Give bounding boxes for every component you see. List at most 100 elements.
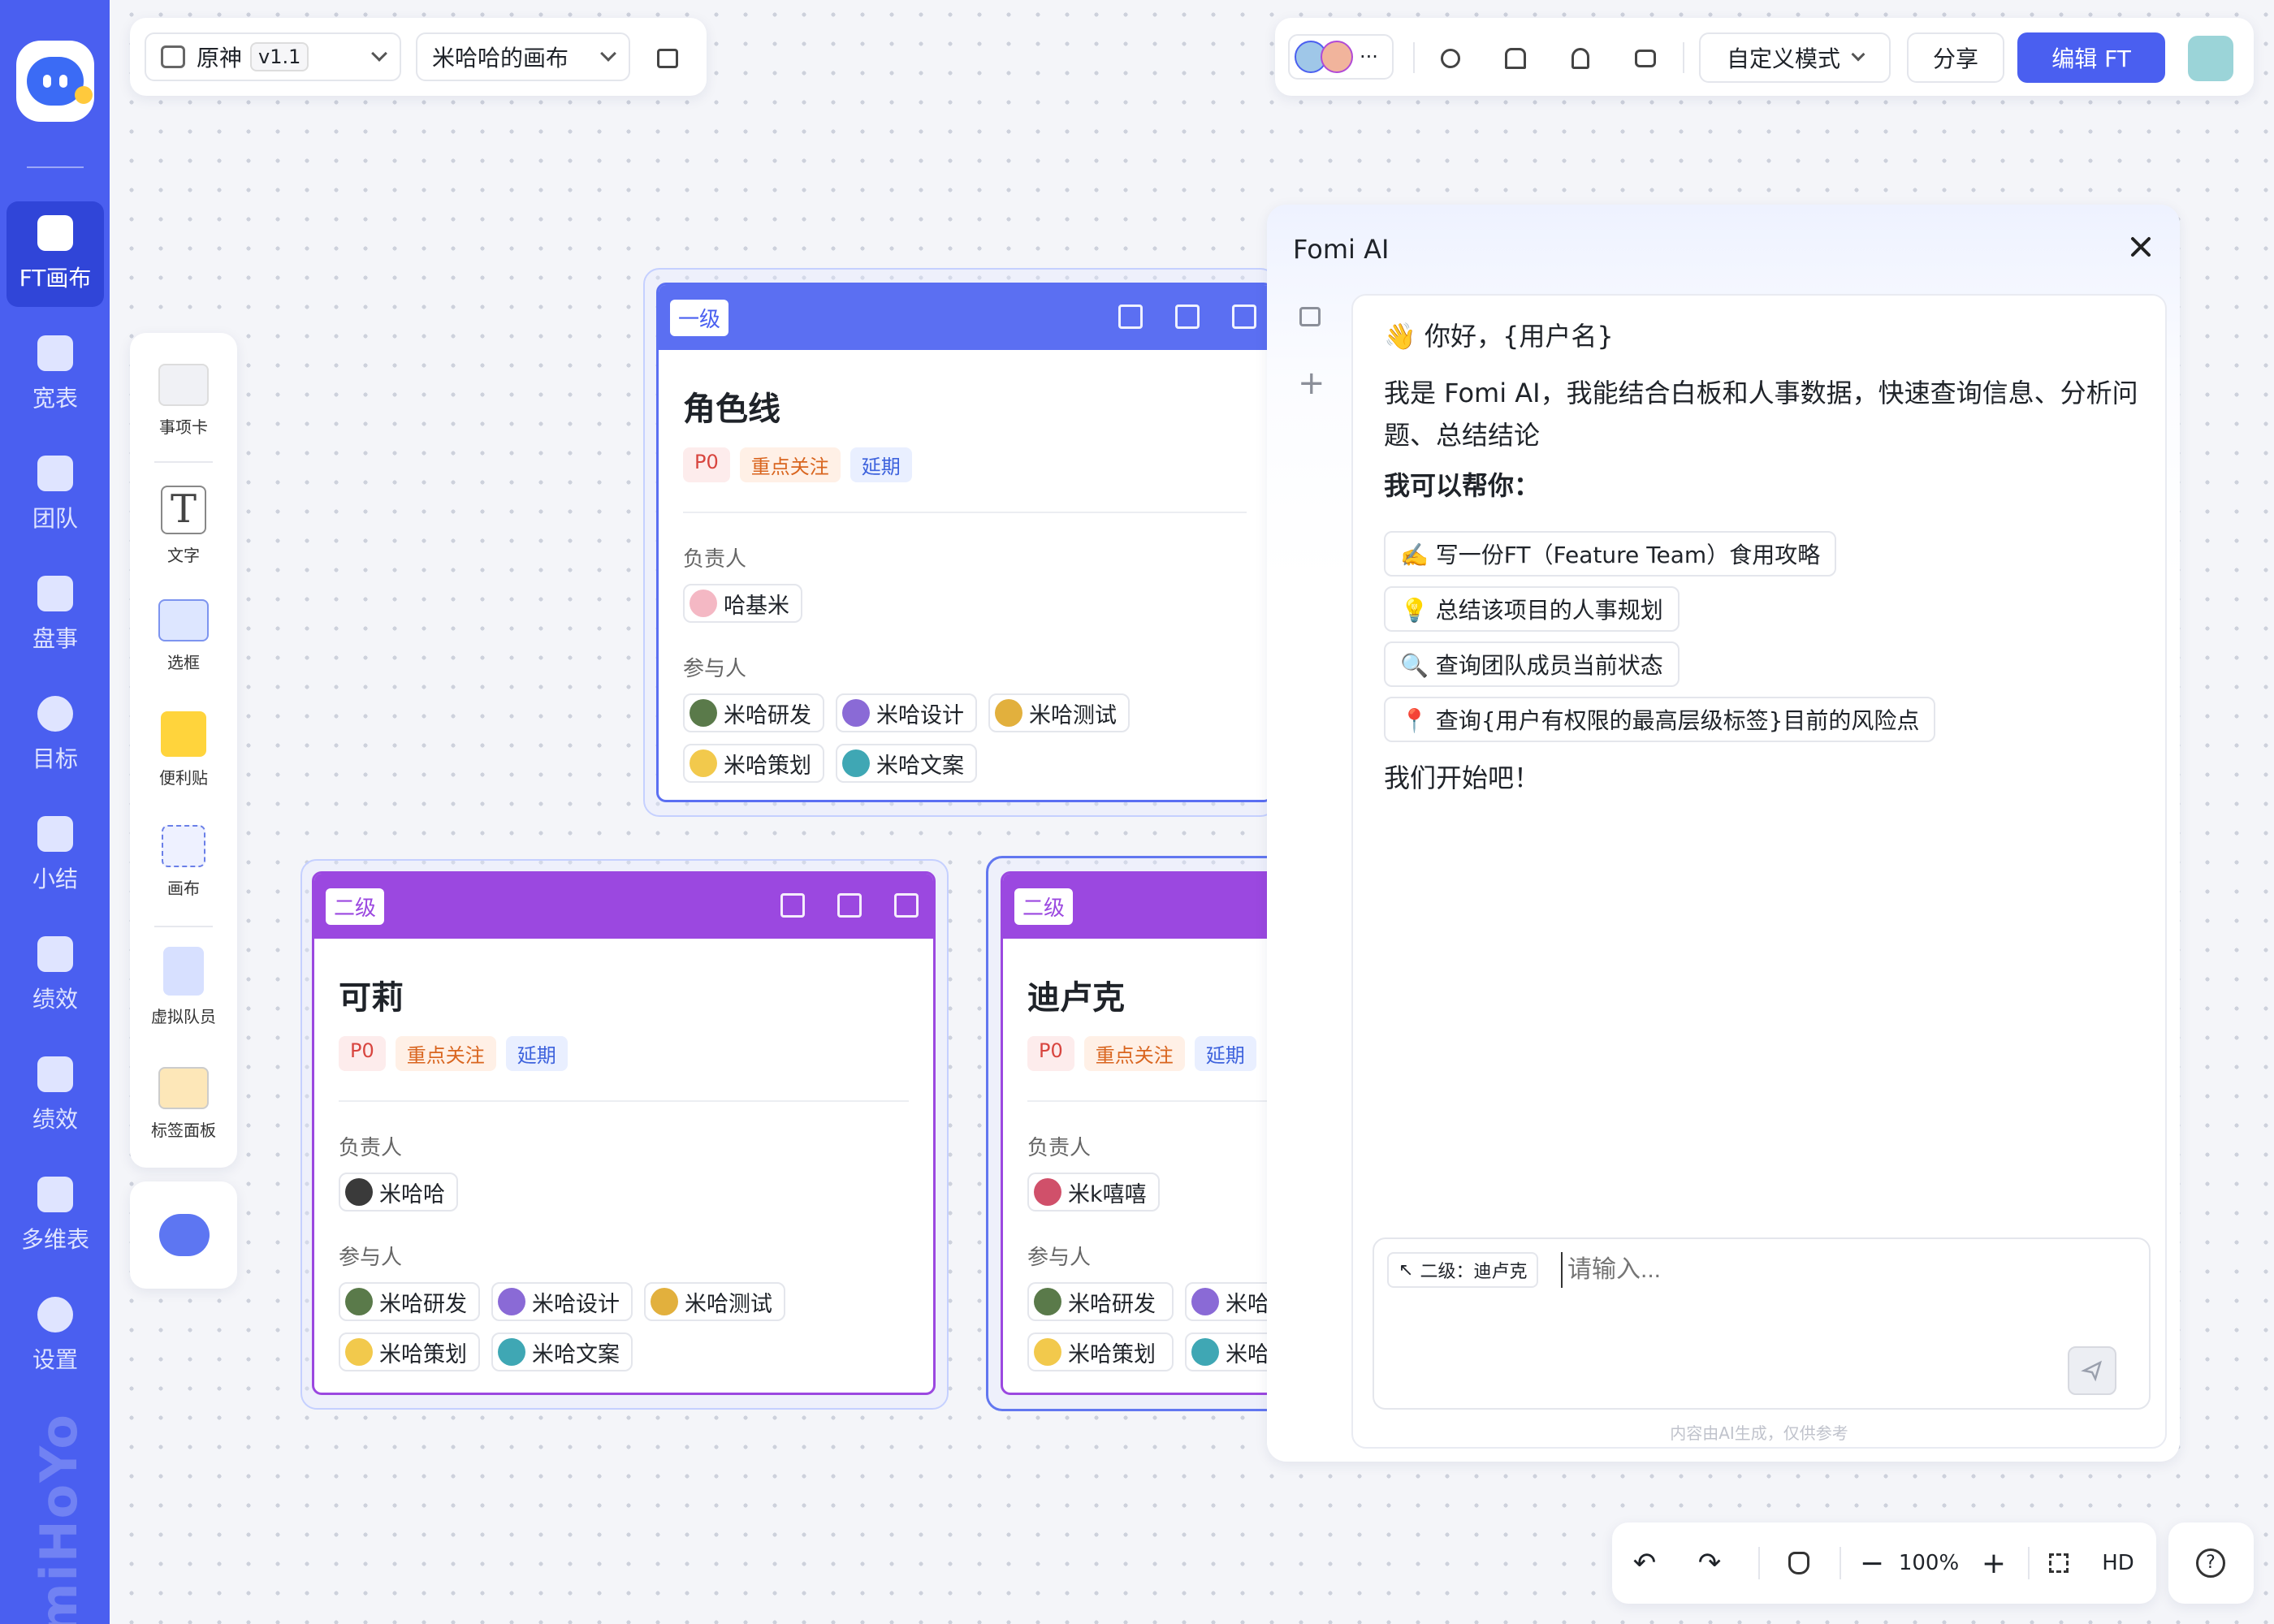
person-name: 哈基米: [724, 593, 789, 619]
context-tag[interactable]: ↖ 二级：迪卢克: [1387, 1252, 1539, 1288]
suggestion-chip[interactable]: ✍️ 写一份FT（Feature Team）食用攻略: [1384, 531, 1837, 577]
tool-virtual-member[interactable]: 虚拟队员: [130, 947, 237, 1027]
close-button[interactable]: [2126, 232, 2155, 261]
chat-area: 👋 你好，{用户名} 我是 Fomi AI，我能结合白板和人事数据，快速查询信息…: [1351, 294, 2167, 1449]
member-chip[interactable]: 米哈文案: [491, 1332, 633, 1371]
member-chip[interactable]: 米哈: [1185, 1332, 1277, 1371]
member-chip[interactable]: 米哈策划: [339, 1332, 480, 1371]
member-chip[interactable]: 米哈文案: [836, 744, 977, 783]
hd-toggle[interactable]: HD: [2095, 1547, 2141, 1579]
member-chip[interactable]: 米哈: [1185, 1282, 1277, 1321]
nav-item-goal[interactable]: 目标: [6, 682, 104, 788]
app-logo[interactable]: [16, 41, 94, 122]
grid-icon[interactable]: [1175, 304, 1200, 329]
canvas-select[interactable]: 米哈哈的画布: [416, 32, 630, 81]
member-chip[interactable]: 米哈研发: [339, 1282, 480, 1321]
tool-item-card[interactable]: 事项卡: [130, 364, 237, 438]
nav-item-wide-table[interactable]: 宽表: [6, 322, 104, 427]
avatar: [690, 590, 717, 617]
card-icon: [158, 364, 209, 406]
user-avatar[interactable]: [2188, 36, 2233, 81]
grid-icon[interactable]: [837, 893, 862, 918]
card-keli[interactable]: 二级 可莉 P0 重点关注 延期 负责人 米哈哈 参与人 米哈研发 米哈设计 米哈测…: [312, 871, 936, 1395]
comment-icon: [1635, 50, 1656, 67]
mode-select[interactable]: 自定义模式: [1699, 32, 1891, 83]
nav-item-ft-canvas[interactable]: FT画布: [6, 201, 104, 307]
member-chip[interactable]: 米哈策划: [683, 744, 824, 783]
person-name: 米哈策划: [724, 753, 811, 779]
send-button[interactable]: [2068, 1346, 2116, 1395]
pan-button[interactable]: [1783, 1547, 1815, 1579]
canvas-toolbox: 事项卡 T 文字 选框 便利贴 画布 虚拟队员 标签面板: [130, 333, 237, 1168]
table-view-icon[interactable]: [1118, 304, 1143, 329]
owner-chip[interactable]: 米哈哈: [339, 1173, 458, 1212]
nav-item-review[interactable]: 盘事: [6, 562, 104, 667]
collaborators-group[interactable]: ···: [1288, 34, 1394, 80]
suggestion-chip[interactable]: 📍 查询{用户有权限的最高层级标签}目前的风险点: [1384, 697, 1936, 742]
person-name: 米哈文案: [532, 1341, 620, 1367]
member-chip[interactable]: 米哈设计: [491, 1282, 633, 1321]
card-divider: [339, 1100, 909, 1102]
person-name: 米哈策划: [379, 1341, 467, 1367]
member-chip[interactable]: 米哈测试: [988, 693, 1130, 732]
focus-tag: 重点关注: [739, 447, 841, 482]
member-chip[interactable]: 米哈策划: [1027, 1332, 1174, 1371]
new-chat-button[interactable]: +: [1298, 367, 1325, 400]
card-diluc[interactable]: 二级 迪卢克 P0 重点关注 延期 负责人 米k嘻嘻 参与人 米哈研发 米哈 米哈策…: [1001, 871, 1277, 1395]
nav-item-multitable[interactable]: 多维表: [6, 1163, 104, 1268]
chat-input-box[interactable]: ↖ 二级：迪卢克: [1373, 1237, 2151, 1410]
nav-item-label: 目标: [32, 745, 78, 772]
nav-item-summary[interactable]: 小结: [6, 802, 104, 908]
members-label: 参与人: [683, 657, 747, 681]
sidebar-toggle-button[interactable]: [651, 42, 684, 75]
table-view-icon[interactable]: [780, 893, 805, 918]
search-button[interactable]: [1434, 42, 1467, 75]
zoom-out-button[interactable]: −: [1856, 1547, 1888, 1580]
tool-sticky-note[interactable]: 便利贴: [130, 711, 237, 788]
fullscreen-button[interactable]: [2043, 1547, 2075, 1579]
tool-tag-panel[interactable]: 标签面板: [130, 1067, 237, 1141]
owner-chip[interactable]: 哈基米: [683, 584, 802, 623]
stamp-button[interactable]: [1499, 42, 1532, 75]
panel-icon[interactable]: [1232, 304, 1256, 329]
person-name: 米哈设计: [876, 702, 964, 728]
chat-input[interactable]: [1561, 1252, 2129, 1288]
priority-tag: P0: [339, 1036, 386, 1071]
tool-frame-select[interactable]: 选框: [130, 599, 237, 673]
member-chip[interactable]: 米哈设计: [836, 693, 977, 732]
member-chip[interactable]: 米哈研发: [1027, 1282, 1174, 1321]
avatar: [498, 1288, 525, 1315]
avatar: [690, 699, 717, 727]
toolbar-divider: [1758, 1547, 1760, 1579]
help-button[interactable]: ?: [2196, 1548, 2225, 1578]
member-chip[interactable]: 米哈研发: [683, 693, 824, 732]
fomi-ai-panel: Fomi AI + 👋 你好，{用户名} 我是 Fomi AI，我能结合白板和人…: [1267, 205, 2180, 1462]
toolbar-divider: [1413, 42, 1415, 73]
owner-label: 负责人: [339, 1136, 403, 1160]
undo-button[interactable]: ↶: [1628, 1547, 1661, 1579]
tool-canvas[interactable]: 画布: [130, 825, 237, 899]
suggestion-chip[interactable]: 🔍 查询团队成员当前状态: [1384, 641, 1680, 687]
project-select[interactable]: 原神 v1.1: [145, 32, 401, 81]
panel-icon[interactable]: [894, 893, 919, 918]
member-chip[interactable]: 米哈测试: [644, 1282, 785, 1321]
share-button[interactable]: 分享: [1907, 32, 2004, 83]
tool-text[interactable]: T 文字: [130, 486, 237, 566]
zoom-in-button[interactable]: +: [1978, 1547, 2010, 1580]
nav-item-settings[interactable]: 设置: [6, 1283, 104, 1389]
owner-chip[interactable]: 米k嘻嘻: [1027, 1173, 1160, 1212]
nav-item-performance[interactable]: 绩效: [6, 922, 104, 1028]
card-role-line[interactable]: 一级 角色线 P0 重点关注 延期 负责人 哈基米 参与人 米哈研发 米哈设计 米哈…: [656, 283, 1273, 802]
nav-item-performance-chart[interactable]: 绩效: [6, 1043, 104, 1148]
history-panel-button[interactable]: [1299, 307, 1321, 326]
redo-button[interactable]: ↷: [1693, 1547, 1726, 1579]
frame-icon: [162, 825, 205, 867]
ai-assistant-button[interactable]: [130, 1181, 237, 1289]
edit-ft-button[interactable]: 编辑 FT: [2017, 32, 2165, 83]
notification-button[interactable]: [1564, 42, 1597, 75]
suggestion-chip[interactable]: 💡 总结该项目的人事规划: [1384, 586, 1680, 632]
nav-item-team[interactable]: 团队: [6, 442, 104, 547]
edit-ft-label: 编辑 FT: [2051, 45, 2131, 72]
comment-button[interactable]: [1629, 42, 1662, 75]
version-badge: v1.1: [250, 42, 309, 71]
